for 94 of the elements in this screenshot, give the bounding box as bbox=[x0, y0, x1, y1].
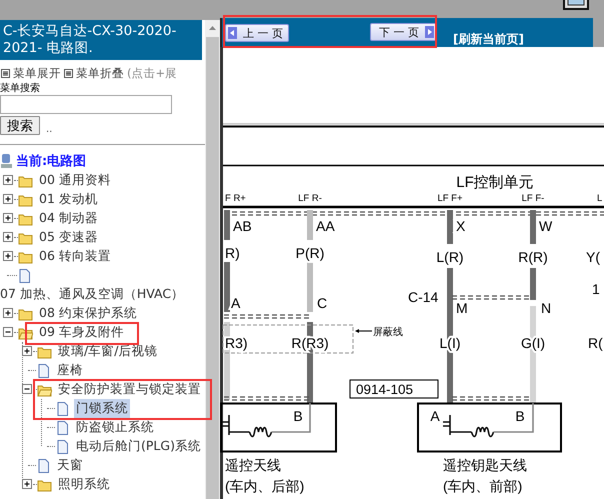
connector-label: AA bbox=[316, 218, 335, 234]
connector-label: B bbox=[293, 408, 303, 424]
tree-item[interactable]: 04 制动器 bbox=[37, 209, 100, 228]
component-name: 遥控钥匙天线 bbox=[443, 457, 527, 473]
connector-label: B bbox=[515, 408, 525, 424]
expand-icon[interactable] bbox=[22, 346, 33, 357]
previous-page-button[interactable]: 上 一 页 bbox=[225, 24, 289, 42]
folder-icon bbox=[18, 230, 33, 244]
tree-item[interactable]: 照明系统 bbox=[56, 475, 112, 494]
expand-icon[interactable] bbox=[3, 175, 14, 186]
left-arrow-icon bbox=[228, 27, 237, 39]
connector-label: G(I) bbox=[520, 335, 546, 351]
component-location: (车内、前部) bbox=[443, 478, 522, 494]
tree-item[interactable]: 天窗 bbox=[55, 456, 85, 475]
connector-label: R) bbox=[225, 245, 240, 261]
connector-label: R(R) bbox=[518, 249, 548, 265]
collapse-menu-link[interactable]: 菜单折叠 bbox=[76, 66, 124, 81]
connector-label: X bbox=[456, 218, 466, 234]
connector-label: P(R) bbox=[296, 245, 324, 261]
connector-label: AB bbox=[233, 218, 252, 234]
tree-item[interactable]: 防盗锁止系统 bbox=[74, 418, 156, 437]
page-icon bbox=[17, 268, 32, 282]
connector-label: R( bbox=[588, 335, 603, 351]
open-folder-icon bbox=[37, 382, 52, 396]
computer-icon bbox=[0, 153, 13, 169]
expand-icon[interactable] bbox=[22, 479, 33, 490]
page-icon bbox=[55, 420, 70, 434]
connector-label: 1 bbox=[592, 281, 600, 297]
leader-line bbox=[355, 329, 372, 333]
connector-label: R3) bbox=[225, 335, 248, 351]
collapse-icon[interactable] bbox=[3, 327, 14, 338]
connector-label: A bbox=[231, 295, 240, 311]
menu-hint: (点击+展 bbox=[127, 66, 178, 81]
pin-label: LF R- bbox=[298, 193, 322, 204]
page-icon bbox=[55, 440, 70, 454]
connector-label: C bbox=[317, 295, 328, 311]
pin-label: L bbox=[597, 193, 602, 204]
expand-icon[interactable] bbox=[3, 213, 14, 224]
search-extra: .. bbox=[46, 124, 52, 135]
tree-item[interactable]: 08 约束保护系统 bbox=[37, 304, 139, 323]
next-page-button[interactable]: 下 一 页 bbox=[370, 23, 437, 41]
component-location: (车内、后部) bbox=[225, 478, 304, 494]
tree-item[interactable]: 安全防护装置与锁定装置 bbox=[56, 380, 203, 399]
tree-item[interactable]: 座椅 bbox=[55, 361, 85, 380]
connector-label: W bbox=[539, 218, 552, 234]
tree-label: 07 加热、通风及空调（HVAC） bbox=[0, 285, 186, 303]
tree-item[interactable]: 05 变速器 bbox=[37, 228, 100, 247]
page-icon bbox=[55, 402, 70, 416]
document-title: C-长安马自达-CX-30-2020-2021- 电路图. bbox=[0, 20, 202, 60]
shield-label: 屏蔽线 bbox=[373, 327, 403, 338]
pin-label: LF F+ bbox=[437, 193, 463, 204]
component-name: 遥控天线 bbox=[225, 457, 281, 473]
search-button[interactable]: 搜索 bbox=[0, 116, 40, 135]
folder-icon bbox=[18, 192, 33, 206]
folder-icon bbox=[18, 250, 33, 264]
connector-label: C-14 bbox=[408, 289, 438, 305]
folder-icon bbox=[37, 478, 52, 492]
expand-menu-link[interactable]: 菜单展开 bbox=[13, 66, 61, 81]
part-number-tag: 0914-105 bbox=[350, 380, 438, 398]
tree-item[interactable]: 01 发动机 bbox=[37, 190, 100, 209]
search-field[interactable] bbox=[0, 95, 172, 114]
folder-icon bbox=[18, 212, 33, 226]
expand-icon[interactable] bbox=[3, 194, 14, 205]
right-arrow-icon bbox=[425, 26, 434, 38]
scrollbar-thumb[interactable] bbox=[206, 37, 219, 499]
expand-icon[interactable] bbox=[3, 251, 14, 262]
page-icon bbox=[36, 458, 51, 472]
page-icon bbox=[36, 364, 51, 378]
window-icon[interactable] bbox=[563, 0, 589, 10]
expand-all-icon[interactable] bbox=[1, 69, 10, 78]
search-label: 菜单搜索 bbox=[0, 83, 41, 94]
folder-icon bbox=[18, 306, 33, 320]
tree-item[interactable]: 玻璃/车窗/后视镜 bbox=[56, 342, 160, 361]
connector-label: M bbox=[456, 300, 468, 316]
expand-icon[interactable] bbox=[3, 232, 14, 243]
tree-item[interactable]: 00 通用资料 bbox=[37, 171, 113, 190]
connector-label: L(R) bbox=[436, 249, 464, 265]
refresh-link[interactable]: [刷新当前页] bbox=[453, 31, 524, 48]
collapse-all-icon[interactable] bbox=[64, 69, 73, 78]
folder-icon bbox=[37, 344, 52, 358]
tree-item[interactable]: 电动后舱门(PLG)系统 bbox=[74, 437, 203, 456]
pin-label: LF F- bbox=[522, 193, 544, 204]
tree-item[interactable]: 09 车身及附件 bbox=[37, 323, 126, 342]
connector-label: N bbox=[541, 300, 552, 316]
tree-item[interactable]: 06 转向装置 bbox=[37, 247, 113, 266]
connector-label: Y( bbox=[586, 249, 600, 265]
folder-icon bbox=[18, 174, 33, 188]
connector-label: A bbox=[430, 408, 440, 424]
collapse-icon[interactable] bbox=[22, 384, 33, 395]
expand-icon[interactable] bbox=[3, 308, 14, 319]
control-unit-title: LF控制单元 bbox=[456, 174, 534, 191]
pin-label: F R+ bbox=[225, 193, 246, 204]
tree-item[interactable]: 门锁系统 bbox=[74, 399, 130, 418]
current-location: 当前:电路图 bbox=[16, 153, 86, 170]
